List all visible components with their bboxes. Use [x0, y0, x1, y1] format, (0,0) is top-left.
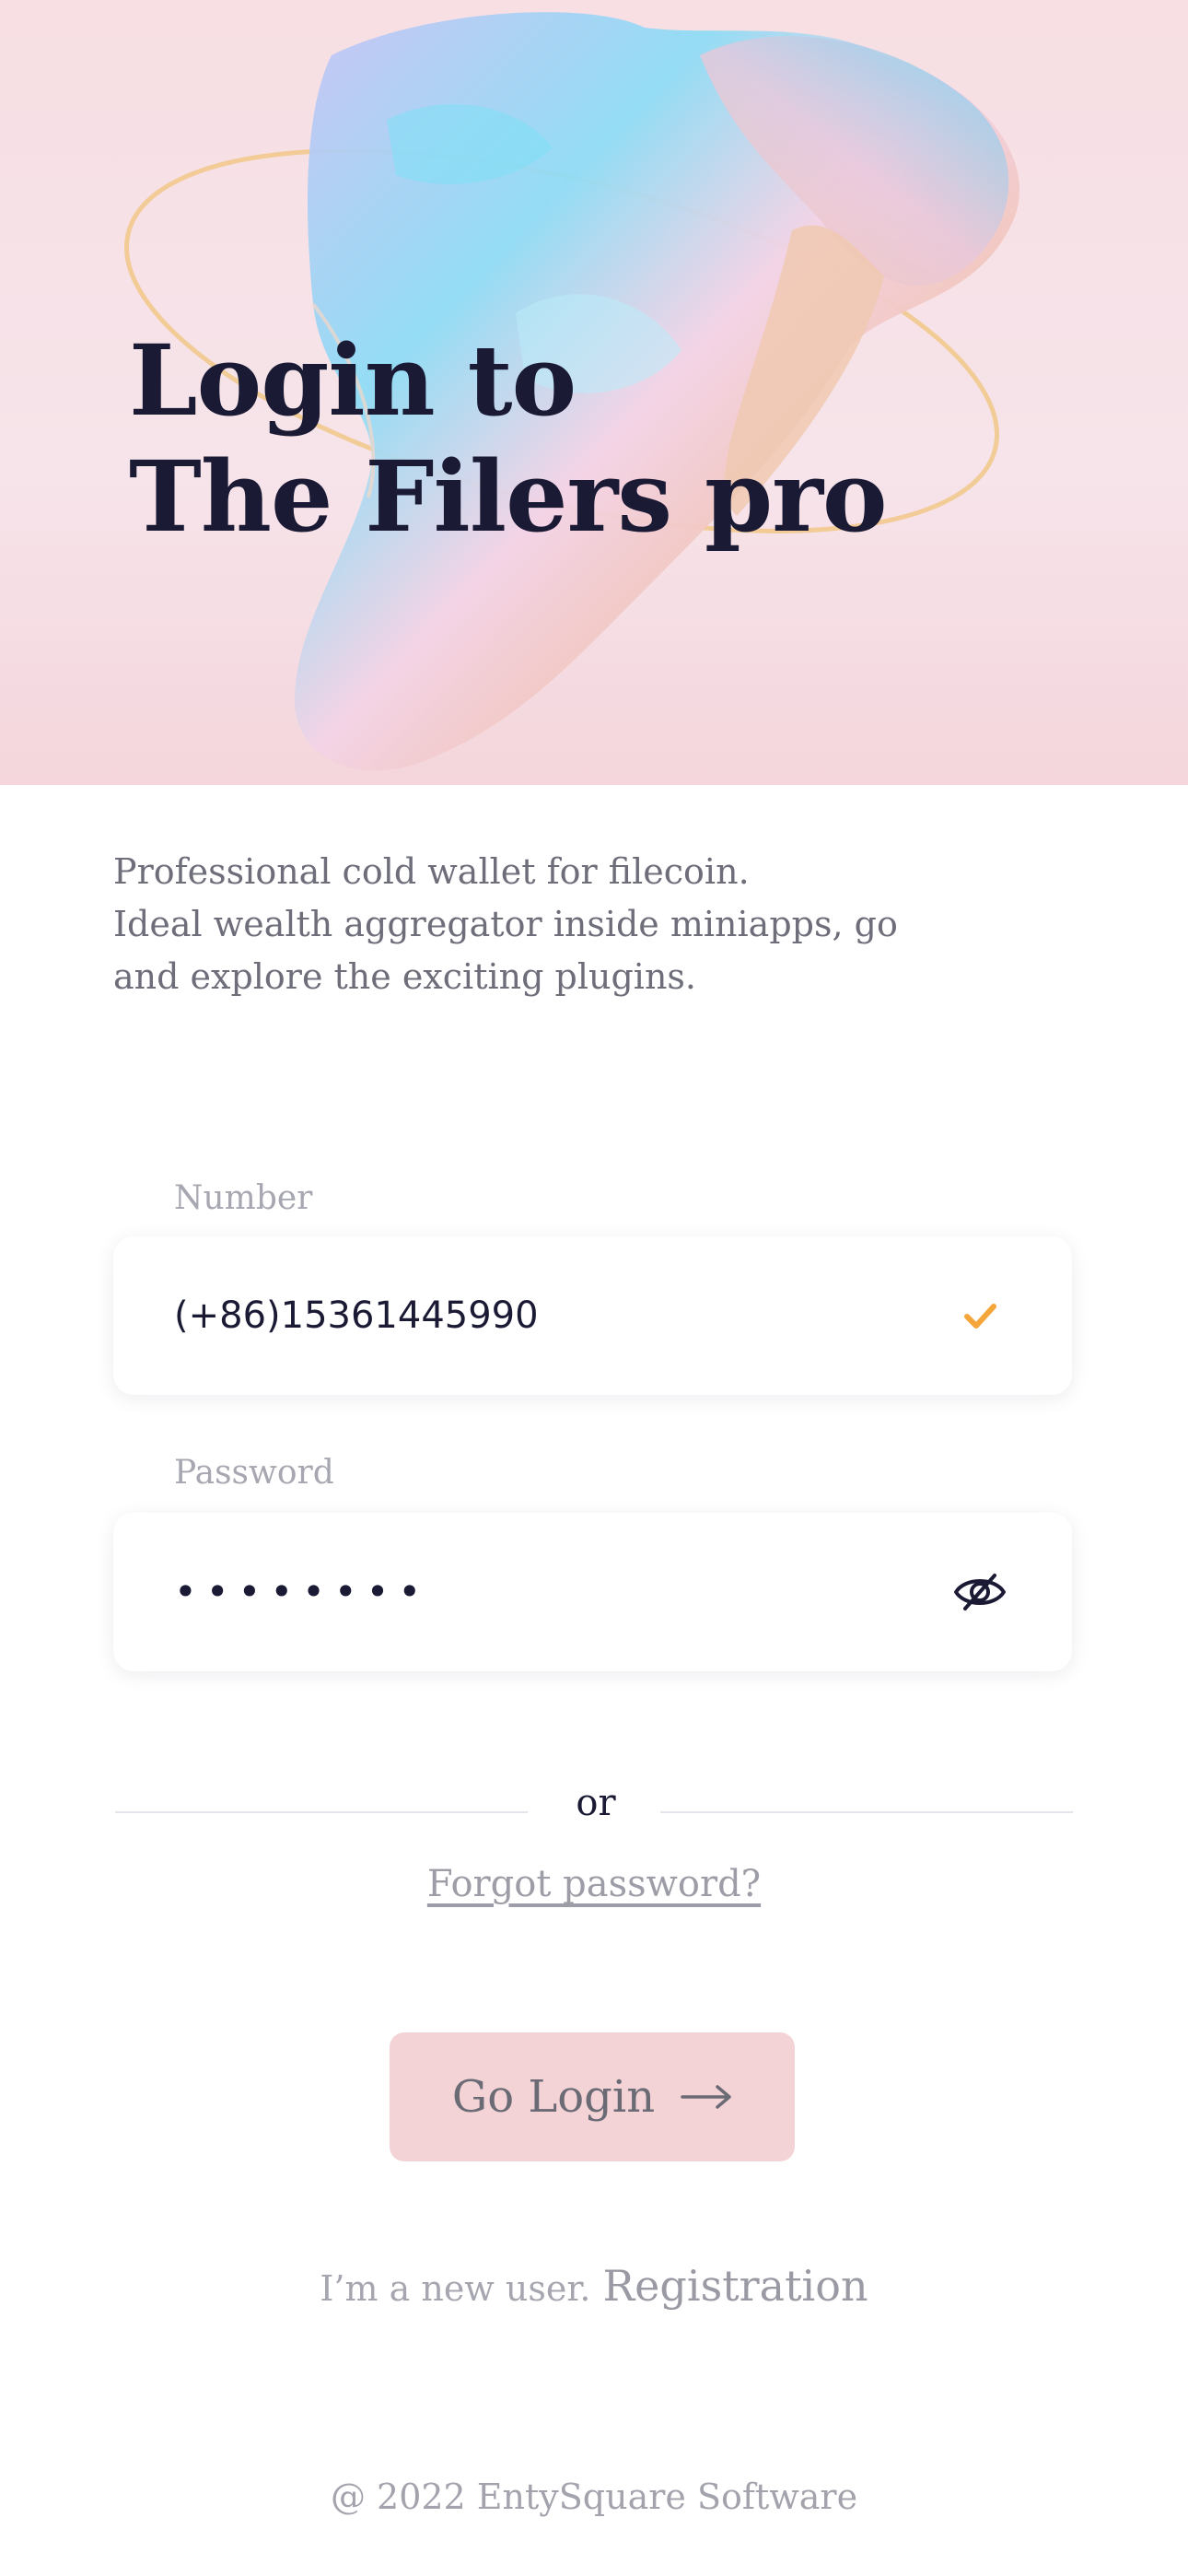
description-line-2: Ideal wealth aggregator inside miniapps,…	[113, 904, 898, 944]
title-line-1: Login to	[129, 322, 577, 438]
page-title: Login to The Filers pro	[129, 322, 888, 555]
number-value[interactable]: (+86)15361445990	[174, 1236, 539, 1395]
footer-copyright: @ 2022 EntySquare Software	[330, 2476, 858, 2517]
password-value[interactable]: ••••••••	[174, 1513, 430, 1671]
password-field[interactable]: ••••••••	[113, 1513, 1072, 1671]
title-line-2: The Filers pro	[129, 439, 888, 554]
description-line-1: Professional cold wallet for filecoin.	[113, 851, 750, 892]
go-login-label: Go Login	[451, 2071, 656, 2123]
new-user-prompt: I’m a new user.	[320, 2268, 591, 2309]
or-separator: or	[576, 1782, 616, 1824]
check-icon	[964, 1304, 996, 1329]
hero-banner: Login to The Filers pro	[0, 0, 1188, 785]
eye-off-icon[interactable]	[952, 1564, 1007, 1620]
divider-right	[660, 1811, 1073, 1813]
password-label: Password	[174, 1454, 334, 1492]
register-row: I’m a new user. Registration	[0, 2261, 1188, 2311]
number-label: Number	[174, 1179, 313, 1217]
arrow-right-icon	[681, 2085, 731, 2109]
description-line-3: and explore the exciting plugins.	[113, 956, 696, 997]
app-description: Professional cold wallet for filecoin. I…	[113, 846, 942, 1003]
number-field[interactable]: (+86)15361445990	[113, 1236, 1072, 1395]
registration-link[interactable]: Registration	[603, 2261, 868, 2311]
go-login-button[interactable]: Go Login	[390, 2032, 795, 2161]
forgot-password-link[interactable]: Forgot password?	[0, 1863, 1188, 1905]
divider-left	[115, 1811, 528, 1813]
